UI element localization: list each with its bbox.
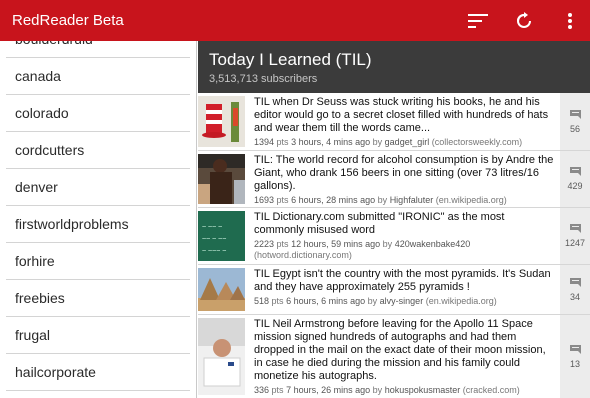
comment-count: 1247 — [564, 238, 586, 248]
sidebar-item-frugal[interactable]: frugal — [6, 317, 190, 354]
svg-text:~ ~~ ~: ~ ~~ ~ — [202, 224, 222, 231]
post-points: 2223 — [254, 239, 275, 249]
post-title[interactable]: TIL Egypt isn't the country with the mos… — [254, 268, 556, 294]
sort-icon[interactable] — [458, 0, 498, 41]
by-label: by — [372, 385, 383, 395]
post-meta: 1693 pts 6 hours, 28 mins ago by Highfal… — [254, 195, 556, 206]
sidebar-item-label: hailcorporate — [15, 364, 96, 380]
post-item[interactable]: ~ ~~ ~ ~~ ~ ~~ ~ ~~~ ~ TIL Dictionary.com … — [198, 208, 590, 265]
sidebar-item-colorado[interactable]: colorado — [6, 95, 190, 132]
post-meta: 518 pts 6 hours, 6 mins ago by alvy-sing… — [254, 296, 556, 307]
post-meta: 1394 pts 3 hours, 4 mins ago by gadget_g… — [254, 137, 556, 148]
post-title[interactable]: TIL when Dr Seuss was stuck writing his … — [254, 96, 556, 135]
pts-label: pts — [276, 195, 289, 205]
sidebar-item-label: boulderdruid — [15, 41, 93, 47]
comment-icon — [569, 344, 581, 354]
astronaut-thumbnail[interactable] — [198, 318, 245, 395]
pts-label: pts — [276, 239, 289, 249]
comments-button[interactable]: 1247 — [560, 208, 590, 264]
subreddit-list: boulderdruid canada colorado cordcutters… — [0, 41, 196, 391]
by-label: by — [377, 195, 388, 205]
post-title[interactable]: TIL Neil Armstrong before leaving for th… — [254, 318, 556, 383]
post-time: 12 hours, 59 mins ago — [291, 239, 381, 249]
comment-icon — [569, 277, 581, 287]
pts-label: pts — [271, 296, 284, 306]
sidebar-item-label: colorado — [15, 105, 69, 121]
post-points: 1693 — [254, 195, 275, 205]
by-label: by — [382, 239, 393, 249]
hat-thumbnail[interactable] — [198, 96, 245, 147]
refresh-icon[interactable] — [504, 0, 544, 41]
post-time: 6 hours, 28 mins ago — [291, 195, 376, 205]
comments-button[interactable]: 34 — [560, 265, 590, 314]
comment-icon — [569, 224, 581, 233]
subreddit-header: Today I Learned (TIL) 3,513,713 subscrib… — [198, 41, 590, 93]
post-title[interactable]: TIL Dictionary.com submitted "IRONIC" as… — [254, 211, 556, 237]
post-meta: 336 pts 7 hours, 26 mins ago by hokuspok… — [254, 385, 556, 396]
pts-label: pts — [271, 385, 284, 395]
wrestler-thumbnail[interactable] — [198, 154, 245, 204]
post-item[interactable]: TIL: The world record for alcohol consum… — [198, 151, 590, 208]
comments-button[interactable]: 56 — [560, 93, 590, 150]
overflow-menu-icon[interactable] — [550, 0, 590, 41]
post-time: 7 hours, 26 mins ago — [286, 385, 371, 395]
post-item[interactable]: TIL Neil Armstrong before leaving for th… — [198, 315, 590, 398]
chalkboard-thumbnail[interactable]: ~ ~~ ~ ~~ ~ ~~ ~ ~~~ ~ — [198, 211, 245, 261]
sidebar-item-boulderdruid[interactable]: boulderdruid — [6, 41, 190, 58]
comment-count: 429 — [567, 181, 583, 191]
sidebar-item-hailcorporate[interactable]: hailcorporate — [6, 354, 190, 391]
post-author: hokuspokusmaster — [384, 385, 461, 395]
subreddit-title: Today I Learned (TIL) — [209, 50, 372, 69]
post-domain: (en.wikipedia.org) — [425, 296, 497, 306]
post-domain: (cracked.com) — [462, 385, 520, 395]
post-time: 3 hours, 4 mins ago — [291, 137, 371, 147]
sidebar-item-label: freebies — [15, 290, 65, 306]
post-list-panel: Today I Learned (TIL) 3,513,713 subscrib… — [198, 41, 590, 398]
comment-icon — [569, 167, 581, 176]
post-author: 420wakenbake420 — [394, 239, 471, 249]
sidebar-item-cordcutters[interactable]: cordcutters — [6, 132, 190, 169]
sidebar-item-label: frugal — [15, 327, 51, 343]
post-points: 1394 — [254, 137, 275, 147]
post-points: 336 — [254, 385, 270, 395]
post-author: gadget_girl — [384, 137, 430, 147]
post-time: 6 hours, 6 mins ago — [286, 296, 366, 306]
sidebar-item-label: cordcutters — [15, 142, 85, 158]
svg-text:~ ~~~ ~: ~ ~~~ ~ — [202, 248, 226, 255]
comment-count: 34 — [569, 291, 580, 302]
post-item[interactable]: TIL when Dr Seuss was stuck writing his … — [198, 93, 590, 151]
pyramids-thumbnail[interactable] — [198, 268, 245, 311]
sidebar-item-freebies[interactable]: freebies — [6, 280, 190, 317]
sidebar-item-canada[interactable]: canada — [6, 58, 190, 95]
comment-count: 56 — [569, 123, 580, 134]
post-domain: (collectorsweekly.com) — [431, 137, 523, 147]
by-label: by — [367, 296, 378, 306]
app-title: RedReader Beta — [12, 12, 124, 29]
post-author: alvy-singer — [379, 296, 424, 306]
subreddit-sidebar: boulderdruid canada colorado cordcutters… — [0, 41, 197, 398]
comment-count: 13 — [569, 358, 580, 369]
post-title[interactable]: TIL: The world record for alcohol consum… — [254, 154, 556, 193]
sidebar-item-label: denver — [15, 179, 58, 195]
sidebar-item-denver[interactable]: denver — [6, 169, 190, 206]
app-bar: RedReader Beta — [0, 0, 590, 41]
subscriber-count: 3,513,713 subscribers — [209, 73, 318, 85]
sidebar-item-label: firstworldproblems — [15, 216, 129, 232]
by-label: by — [372, 137, 383, 147]
svg-text:~~ ~ ~~: ~~ ~ ~~ — [202, 236, 226, 243]
comments-button[interactable]: 13 — [560, 315, 590, 398]
sidebar-item-forhire[interactable]: forhire — [6, 243, 190, 280]
sidebar-item-label: forhire — [15, 253, 55, 269]
sidebar-item-label: canada — [15, 68, 61, 84]
comments-button[interactable]: 429 — [560, 151, 590, 207]
post-meta: 2223 pts 12 hours, 59 mins ago by 420wak… — [254, 239, 556, 261]
post-domain: (en.wikipedia.org) — [435, 195, 507, 205]
post-item[interactable]: TIL Egypt isn't the country with the mos… — [198, 265, 590, 315]
post-points: 518 — [254, 296, 270, 306]
post-domain: (hotword.dictionary.com) — [254, 250, 352, 260]
comment-icon — [569, 109, 581, 119]
sidebar-item-firstworldproblems[interactable]: firstworldproblems — [6, 206, 190, 243]
pts-label: pts — [276, 137, 289, 147]
post-author: Highfaluter — [389, 195, 434, 205]
